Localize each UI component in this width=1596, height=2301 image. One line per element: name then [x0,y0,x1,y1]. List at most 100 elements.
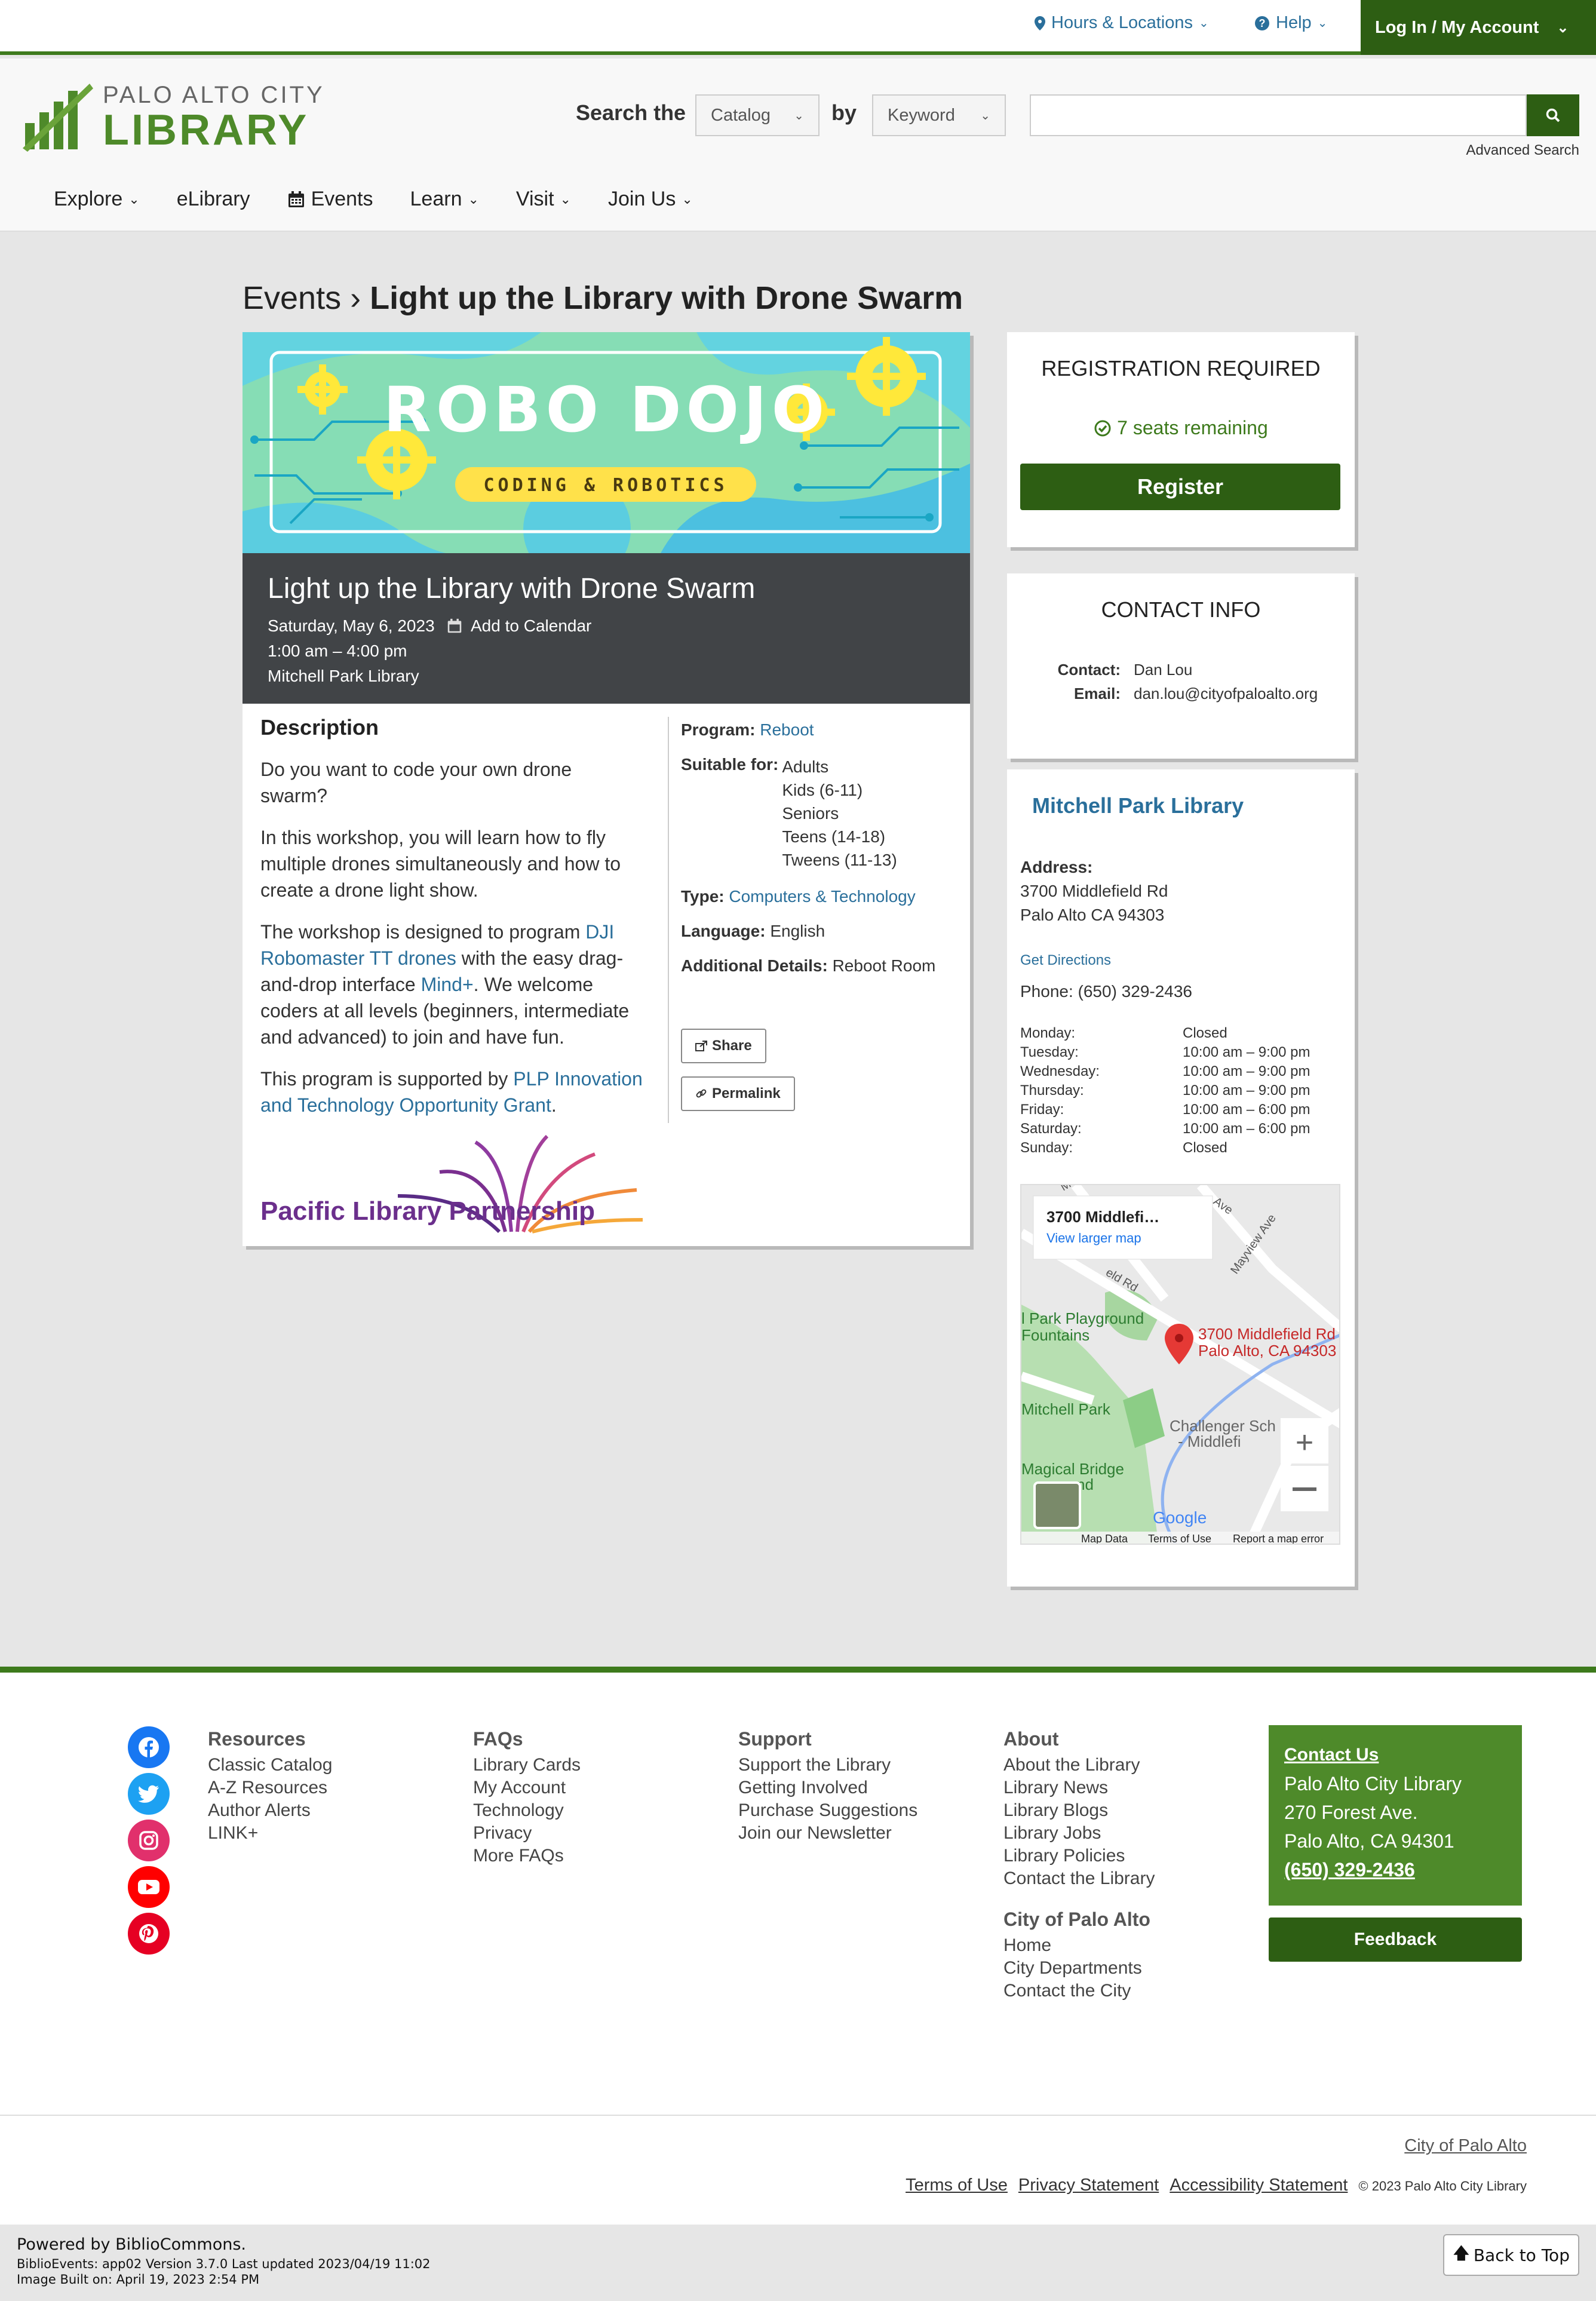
type-link[interactable]: Computers & Technology [729,887,915,906]
footer-link[interactable]: Library Policies [1003,1845,1155,1867]
event-date: Saturday, May 6, 2023 [268,616,435,635]
accessibility-link[interactable]: Accessibility Statement [1170,2176,1348,2195]
register-button[interactable]: Register [1020,464,1340,510]
library-logo[interactable]: PALO ALTO CITY LIBRARY [23,81,325,152]
privacy-link[interactable]: Privacy Statement [1018,2176,1159,2195]
mind-plus-link[interactable]: Mind+ [421,974,474,995]
footer-resources: Resources Classic Catalog A-Z Resources … [208,1728,332,1845]
pinterest-link[interactable] [128,1913,170,1955]
get-directions-link[interactable]: Get Directions [1020,952,1111,969]
svg-text:3700 Middlefi…: 3700 Middlefi… [1046,1208,1159,1226]
footer-link[interactable]: Contact the City [1003,1980,1155,2002]
logo-mark-icon [23,84,93,152]
search-field-select[interactable]: Keyword ⌄ [872,94,1006,136]
search-by-label: by [831,100,857,125]
svg-text:Map Data[interactable]: Map Data [1081,1533,1128,1545]
footer-link[interactable]: Privacy [473,1822,581,1845]
instagram-icon [139,1831,158,1850]
branch-name-link[interactable]: Mitchell Park Library [1032,793,1244,818]
program-link[interactable]: Reboot [760,720,814,739]
nav-elibrary[interactable]: eLibrary [177,188,250,211]
search-scope-select[interactable]: Catalog ⌄ [695,94,820,136]
robo-dojo-banner-graphic: ROBO DOJO CODING & ROBOTICS [243,332,970,553]
back-to-top-button[interactable]: 🡅 Back to Top [1443,2234,1579,2276]
svg-text:Terms of Use[interactable]: Terms of Use [1148,1533,1211,1545]
footer-link[interactable]: Join our Newsletter [738,1822,917,1845]
footer-link[interactable]: Contact the Library [1003,1867,1155,1890]
youtube-link[interactable] [128,1866,170,1908]
footer-link[interactable]: Technology [473,1799,581,1822]
login-account-button[interactable]: Log In / My Account ⌄ [1361,0,1596,55]
facebook-icon [139,1737,159,1758]
city-of-palo-alto-link[interactable]: City of Palo Alto [1404,2136,1527,2156]
breadcrumb-events[interactable]: Events [243,280,341,316]
add-to-calendar-button[interactable]: Add to Calendar [447,616,591,636]
footer-link[interactable]: Getting Involved [738,1777,917,1799]
registration-heading: REGISTRATION REQUIRED [1041,356,1321,381]
nav-events[interactable]: Events [287,188,373,211]
nav-join-us[interactable]: Join Us ⌄ [608,188,693,211]
description-p3: The workshop is designed to program DJI … [260,921,630,1048]
twitter-link[interactable] [128,1773,170,1815]
embedded-map[interactable]: Meado Ave Mayview Ave eld Rd l Park Play… [1020,1184,1340,1545]
footer-link[interactable]: Library Jobs [1003,1822,1155,1845]
svg-text:Report a map error[interactable]: Report a map error [1233,1533,1324,1545]
feedback-button[interactable]: Feedback [1269,1918,1522,1962]
footer-link[interactable]: My Account [473,1777,581,1799]
svg-text:Palo Alto, CA 94303: Palo Alto, CA 94303 [1198,1342,1336,1360]
footer-link[interactable]: LINK+ [208,1822,332,1845]
help-link[interactable]: ? Help ⌄ [1254,13,1327,33]
advanced-search-link[interactable]: Advanced Search [1466,142,1579,159]
share-button[interactable]: Share [681,1029,766,1063]
footer-link[interactable]: Home [1003,1934,1155,1957]
chevron-down-icon: ⌄ [1317,17,1328,30]
chevron-down-icon: ⌄ [560,191,571,207]
footer-link[interactable]: Purchase Suggestions [738,1799,917,1822]
footer-link[interactable]: About the Library [1003,1754,1155,1777]
instagram-link[interactable] [128,1820,170,1861]
footer-phone-link[interactable]: (650) 329-2436 [1284,1855,1506,1884]
footer-link[interactable]: Library News [1003,1777,1155,1799]
breadcrumb-current: Light up the Library with Drone Swarm [370,280,963,316]
terms-link[interactable]: Terms of Use [906,2176,1008,2195]
banner-subtitle: CODING & ROBOTICS [483,475,728,496]
footer-faqs: FAQs Library Cards My Account Technology… [473,1728,581,1867]
check-circle-icon [1094,420,1111,437]
permalink-button[interactable]: Permalink [681,1076,795,1111]
event-location[interactable]: Mitchell Park Library [268,667,419,686]
svg-text:l Park Playground: l Park Playground [1021,1309,1144,1327]
footer-link[interactable]: Library Blogs [1003,1799,1155,1822]
search-label: Search the [576,100,686,125]
nav-explore[interactable]: Explore ⌄ [54,188,140,211]
search-icon [1546,108,1560,122]
facebook-link[interactable] [128,1726,170,1768]
view-larger-map-link[interactable]: View larger map [1046,1231,1141,1245]
nav-visit[interactable]: Visit ⌄ [516,188,571,211]
chevron-down-icon: ⌄ [794,109,804,122]
share-icon [695,1041,707,1051]
minus-icon [1293,1487,1316,1491]
nav-learn[interactable]: Learn ⌄ [410,188,479,211]
footer-link[interactable]: Support the Library [738,1754,917,1777]
question-circle-icon: ? [1255,16,1269,30]
footer-contact-box: Contact Us Palo Alto City Library 270 Fo… [1269,1725,1522,1906]
event-time: 1:00 am – 4:00 pm [268,642,407,660]
satellite-toggle[interactable] [1033,1481,1081,1529]
event-meta: Program: Reboot Suitable for: Adults Kid… [681,720,936,975]
search-button[interactable] [1527,94,1579,136]
contact-us-link[interactable]: Contact Us [1284,1741,1506,1769]
footer-link[interactable]: Library Cards [473,1754,581,1777]
footer-link[interactable]: Author Alerts [208,1799,332,1822]
description-p4: This program is supported by PLP Innovat… [260,1068,643,1116]
footer-link[interactable]: More FAQs [473,1845,581,1867]
footer-link[interactable]: A-Z Resources [208,1777,332,1799]
hours-locations-link[interactable]: Hours & Locations ⌄ [1035,13,1209,33]
page-title: Events › Light up the Library with Drone… [243,280,963,317]
audience-item: Kids (6-11) [782,781,863,799]
search-input[interactable] [1030,94,1527,136]
contact-email-link[interactable]: dan.lou@cityofpaloalto.org [1134,685,1318,703]
footer-link[interactable]: City Departments [1003,1957,1155,1980]
copyright: © 2023 Palo Alto City Library [1358,2179,1527,2193]
powered-by: Powered by BiblioCommons. BiblioEvents: … [0,2225,1596,2301]
footer-link[interactable]: Classic Catalog [208,1754,332,1777]
